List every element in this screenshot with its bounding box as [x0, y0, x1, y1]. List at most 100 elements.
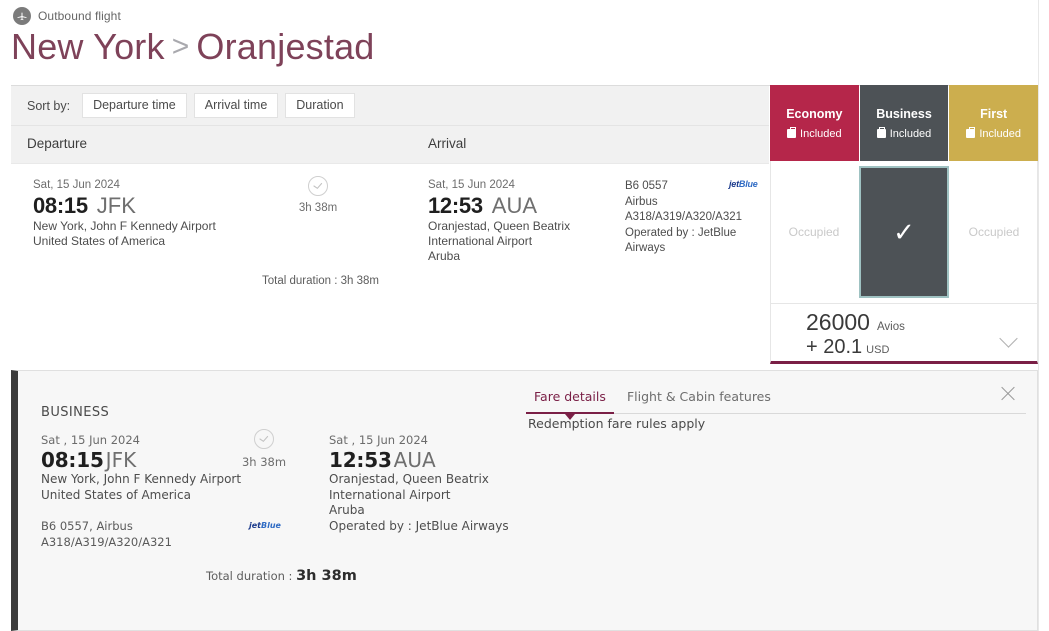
sort-duration-button[interactable]: Duration: [285, 92, 355, 119]
detail-departure-time: 08:15: [41, 448, 104, 472]
detail-meta-line2: A318/A319/A320/A321: [41, 534, 172, 549]
detail-arrival-segment: Sat , 15 Jun 2024 12:53 AUA Oranjestad, Q…: [329, 433, 509, 534]
detail-tabs: Fare details Flight & Cabin features: [526, 386, 1026, 420]
detail-flight-meta: B6 0557, Airbus A318/A319/A320/A321: [41, 519, 172, 550]
detail-total-duration-label: Total duration :: [206, 569, 293, 583]
page-header: Outbound flight New York > Oranjestad: [0, 0, 1049, 82]
arrival-time: 12:53: [428, 193, 483, 218]
aircraft-make: Airbus: [625, 195, 658, 208]
arrival-date: Sat, 15 Jun 2024: [428, 179, 515, 191]
cabin-cell-economy[interactable]: Occupied: [771, 161, 857, 303]
fare-rules-text: Redemption fare rules apply: [528, 416, 706, 431]
detail-duration-block: 3h 38m: [238, 429, 290, 469]
cabin-header-economy[interactable]: Economy Included: [770, 85, 859, 161]
sort-bar: Sort by: Departure time Arrival time Dur…: [11, 86, 769, 125]
cabin-cell-first[interactable]: Occupied: [951, 161, 1037, 303]
departure-country: United States of America: [33, 234, 166, 248]
arrival-country: Aruba: [428, 249, 461, 263]
flight-duration-block: 3h 38m: [291, 176, 345, 214]
detail-departure-country: United States of America: [41, 487, 191, 502]
column-header-arrival: Arrival: [428, 136, 467, 151]
jetblue-logo-prefix: jet: [249, 521, 261, 530]
arrival-airport-code: AUA: [491, 193, 538, 218]
clock-icon: [254, 429, 274, 449]
cabin-headers: Economy Included Business Included First…: [770, 85, 1039, 161]
detail-total-duration-value: 3h 38m: [296, 568, 357, 584]
detail-arrival-code: AUA: [393, 448, 436, 472]
jetblue-logo-icon: jetBlue: [249, 521, 281, 530]
sort-arrival-time-button[interactable]: Arrival time: [193, 92, 279, 119]
aircraft-models: A318/A319/A320/A321: [625, 211, 743, 223]
fare-detail-panel: BUSINESS Sat , 15 Jun 2024 08:15 JFK New …: [11, 370, 1038, 631]
origin-city: New York: [11, 26, 165, 67]
cabin-selector: Economy Included Business Included First…: [770, 85, 1039, 364]
baggage-icon: [787, 126, 797, 138]
tab-flight-cabin-features[interactable]: Flight & Cabin features: [619, 389, 779, 412]
total-duration: Total duration : 3h 38m: [262, 275, 379, 287]
column-header-departure: Departure: [27, 136, 88, 151]
detail-duration: 3h 38m: [241, 455, 287, 469]
cabin-name-economy: Economy: [786, 106, 843, 121]
arrival-airport-name-line1: Oranjestad, Queen Beatrix: [428, 219, 571, 233]
cabin-availability-cells: Occupied ✓ Occupied: [770, 161, 1038, 304]
page-title: New York > Oranjestad: [11, 26, 375, 68]
jetblue-logo-icon: jetBlue: [729, 179, 758, 189]
jetblue-logo-prefix: jet: [729, 179, 739, 189]
avios-amount: 26000: [806, 309, 870, 335]
detail-departure-code: JFK: [105, 448, 137, 472]
destination-city: Oranjestad: [196, 26, 375, 67]
column-headers: Departure Arrival: [11, 125, 769, 163]
price-box[interactable]: 26000 Avios + 20.1 USD: [770, 304, 1038, 364]
cash-amount: + 20.1: [806, 336, 863, 358]
baggage-icon: [966, 126, 976, 138]
flight-duration: 3h 38m: [298, 202, 338, 214]
cabin-status-economy: Occupied: [788, 225, 840, 239]
outbound-flight-indicator: Outbound flight: [13, 7, 121, 25]
sort-departure-time-button[interactable]: Departure time: [82, 92, 187, 119]
tab-fare-details[interactable]: Fare details: [526, 389, 614, 420]
baggage-icon: [876, 126, 886, 138]
operated-by: Operated by : JetBlue Airways: [625, 226, 737, 255]
sort-by-label: Sort by:: [27, 98, 71, 113]
cabin-name-first: First: [980, 106, 1008, 121]
departure-date: Sat, 15 Jun 2024: [33, 179, 120, 191]
close-icon[interactable]: [999, 385, 1017, 403]
detail-arrival-country: Aruba: [329, 503, 365, 517]
clock-icon: [308, 176, 328, 196]
detail-cabin-name: BUSINESS: [41, 405, 110, 420]
flight-row[interactable]: Sat, 15 Jun 2024 08:15 JFK New York, John…: [11, 163, 769, 368]
detail-arrival-date: Sat , 15 Jun 2024: [329, 433, 429, 447]
cabin-header-business[interactable]: Business Included: [859, 85, 949, 161]
cabin-header-first[interactable]: First Included: [949, 85, 1039, 161]
cabin-cell-business[interactable]: ✓: [859, 166, 949, 298]
price-cash: + 20.1 USD: [806, 336, 889, 359]
detail-departure-date: Sat , 15 Jun 2024: [41, 433, 141, 447]
cabin-included-label-first: Included: [979, 127, 1021, 140]
departure-airport-code: JFK: [96, 193, 136, 218]
arrival-airport-name-line2: International Airport: [428, 234, 533, 248]
flight-results-page: Outbound flight New York > Oranjestad Sort…: [0, 0, 1049, 631]
avios-unit: Avios: [876, 321, 905, 333]
arrival-segment: Sat, 15 Jun 2024 12:53 AUA Oranjestad, Qu…: [428, 179, 570, 264]
cabin-included-label-economy: Included: [800, 127, 842, 140]
cabin-included-first: Included: [966, 126, 1021, 140]
departure-segment: Sat, 15 Jun 2024 08:15 JFK New York, John…: [33, 179, 216, 249]
detail-total-duration: Total duration : 3h 38m: [206, 568, 357, 584]
page-right-edge: [1038, 0, 1049, 631]
plane-icon: [13, 7, 31, 25]
detail-arrival-airport-line1: Oranjestad, Queen Beatrix: [329, 472, 489, 486]
detail-operated-by: Operated by : JetBlue Airways: [329, 518, 509, 533]
outbound-flight-label: Outbound flight: [38, 9, 121, 23]
detail-departure-segment: Sat , 15 Jun 2024 08:15 JFK New York, Joh…: [41, 433, 241, 503]
cabin-included-business: Included: [876, 126, 931, 140]
cash-currency: USD: [866, 344, 890, 356]
detail-arrival-airport-line2: International Airport: [329, 487, 451, 502]
chevron-down-icon[interactable]: [999, 329, 1018, 348]
price-avios: 26000 Avios: [806, 309, 905, 336]
departure-airport-name: New York, John F Kennedy Airport: [33, 219, 216, 233]
cabin-status-first: Occupied: [968, 225, 1020, 239]
flight-meta: B6 0557 Airbus A318/A319/A320/A321 Opera…: [625, 179, 769, 257]
check-icon: ✓: [893, 217, 915, 247]
detail-arrival-time: 12:53: [329, 448, 392, 472]
detail-departure-airport: New York, John F Kennedy Airport: [41, 472, 242, 486]
